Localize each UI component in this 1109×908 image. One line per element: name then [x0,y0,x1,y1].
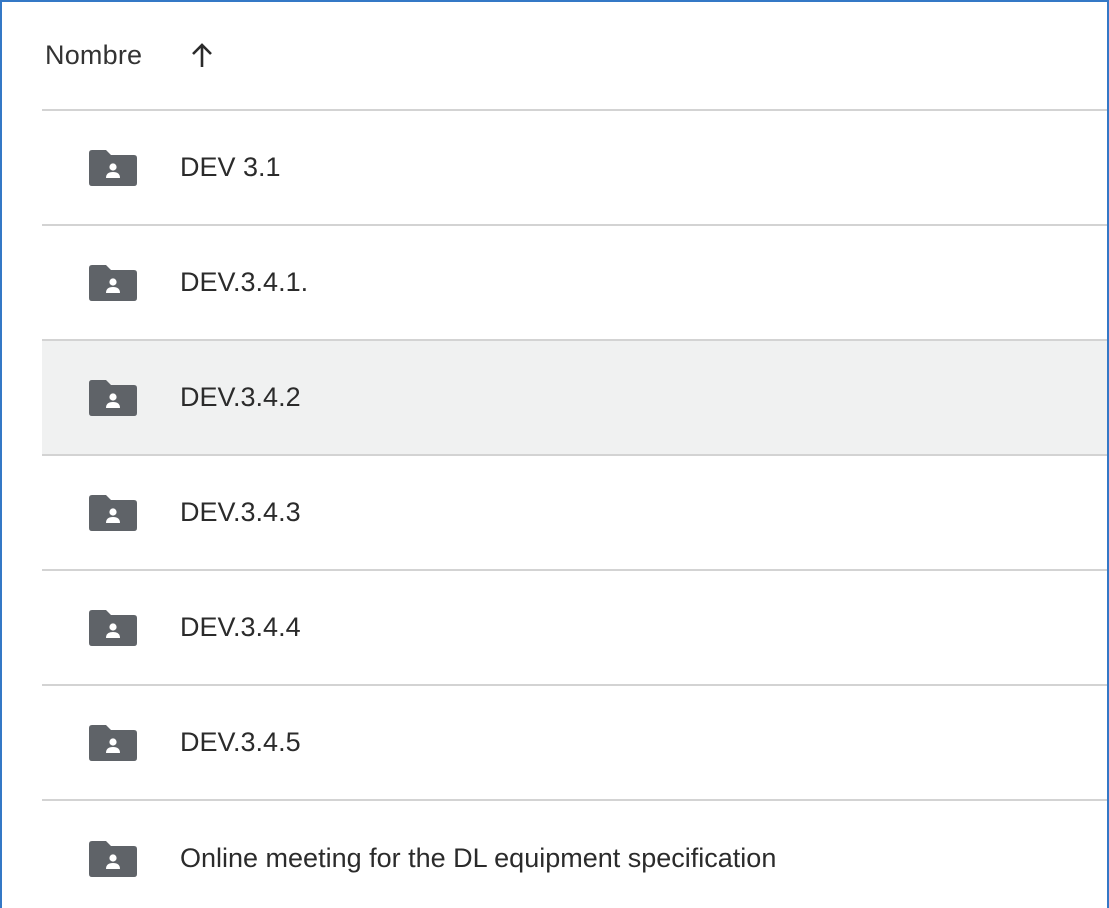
file-list-panel: Nombre DEV 3.1 DEV.3.4.1. DEV.3.4.2 DEV.… [0,0,1109,908]
list-item[interactable]: Online meeting for the DL equipment spec… [42,801,1107,908]
list-item[interactable]: DEV.3.4.1. [42,226,1107,341]
list-item[interactable]: DEV.3.4.3 [42,456,1107,571]
list-item-label: DEV.3.4.2 [180,382,301,412]
list-item-label: DEV.3.4.4 [180,612,301,642]
list-item-selected[interactable]: DEV.3.4.2 [42,341,1107,456]
name-column-label[interactable]: Nombre [45,40,142,71]
list-item-label: DEV.3.4.5 [180,727,301,757]
shared-folder-icon [86,494,140,532]
list-item-label: DEV 3.1 [180,152,281,182]
list-item[interactable]: DEV.3.4.4 [42,571,1107,686]
list-item[interactable]: DEV.3.4.5 [42,686,1107,801]
shared-folder-icon [86,609,140,647]
shared-folder-icon [86,264,140,302]
file-list: Nombre DEV 3.1 DEV.3.4.1. DEV.3.4.2 DEV.… [42,2,1107,908]
shared-folder-icon [86,724,140,762]
list-item-label: DEV.3.4.3 [180,497,301,527]
shared-folder-icon [86,840,140,878]
column-header: Nombre [42,2,1107,111]
arrow-up-icon[interactable] [188,41,216,71]
shared-folder-icon [86,149,140,187]
shared-folder-icon [86,379,140,417]
list-item-label: Online meeting for the DL equipment spec… [180,843,777,873]
list-item-label: DEV.3.4.1. [180,267,309,297]
list-item[interactable]: DEV 3.1 [42,111,1107,226]
